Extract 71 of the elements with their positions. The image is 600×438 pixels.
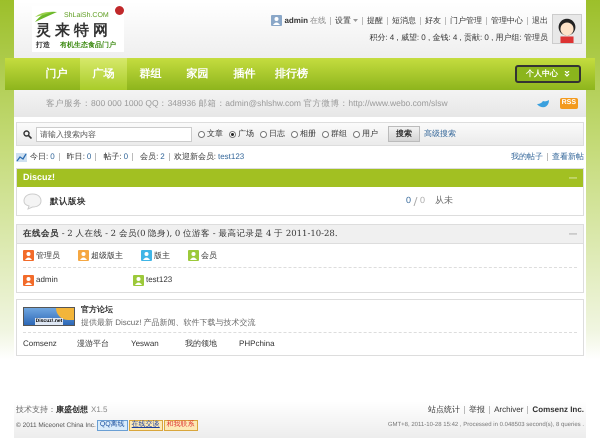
contact-info: 客户服务：800 000 1000 QQ：348936 邮箱：admin@shlshw.com 官方微博：http://www.webo.com/slsw xyxy=(46,97,448,110)
scope-radio[interactable]: 广场 xyxy=(229,128,254,140)
support-label: 技术支持： xyxy=(16,404,56,416)
scope-radio[interactable]: 日志 xyxy=(260,128,285,140)
friend-link[interactable]: Comsenz xyxy=(23,338,77,350)
stat-label: 今日: xyxy=(30,151,48,163)
user-menu-link[interactable]: 退出 xyxy=(532,14,548,26)
support-link[interactable]: 康盛创想 xyxy=(56,404,88,416)
version: X1.5 xyxy=(91,404,108,416)
thread-link[interactable]: 查看新帖 xyxy=(552,151,584,163)
friend-link[interactable]: PHPchina xyxy=(239,338,293,350)
legend-label: 管理员 xyxy=(36,250,60,262)
legend-label: 版主 xyxy=(154,250,170,262)
stat-label: 帖子: xyxy=(103,151,122,163)
search-button[interactable]: 搜索 xyxy=(388,126,420,142)
online-status: 在线 xyxy=(310,14,326,26)
stat-value: 0 xyxy=(86,151,92,163)
online-user-link[interactable]: test123 xyxy=(146,274,172,286)
user-menu-link[interactable]: 好友 xyxy=(425,14,441,26)
legend-label: 超级版主 xyxy=(91,250,123,262)
user-icon xyxy=(271,15,282,26)
friend-link[interactable]: Yeswan xyxy=(131,338,185,350)
search-icon xyxy=(23,130,32,138)
search-field[interactable]: 请输入搜索内容 xyxy=(36,126,192,142)
chart-icon xyxy=(16,152,27,162)
company-link[interactable]: Comsenz Inc. xyxy=(532,404,584,416)
forum-title[interactable]: 官方论坛 xyxy=(81,304,256,316)
legend-label: 会员 xyxy=(201,250,217,262)
stat-value: 0 xyxy=(124,151,128,163)
collapse-button[interactable]: — xyxy=(569,228,577,240)
scope-radio[interactable]: 相册 xyxy=(291,128,316,140)
double-chevron-icon xyxy=(564,71,570,77)
friend-link[interactable]: 我的领地 xyxy=(185,338,239,350)
footer-link[interactable]: Archiver xyxy=(494,404,524,416)
welcome-label: 欢迎新会员: xyxy=(174,151,216,163)
category-title: Discuz! xyxy=(23,171,56,184)
online-user-link[interactable]: admin xyxy=(36,274,58,286)
avatar[interactable] xyxy=(552,14,582,44)
advanced-search-link[interactable]: 高级搜索 xyxy=(424,128,456,140)
new-member-link[interactable]: test123 xyxy=(218,151,244,163)
stat-label: 昨日: xyxy=(66,151,85,163)
forum-description: 提供最新 Discuz! 产品新闻、软件下载与技术交流 xyxy=(81,316,256,328)
last-post: 从未 xyxy=(435,194,454,208)
user-menu-link[interactable]: 门户管理 xyxy=(450,14,482,26)
slash-separator-icon xyxy=(413,196,418,206)
seal-icon xyxy=(115,6,124,15)
stat-value: 0 xyxy=(50,151,55,163)
stat-value: 2 xyxy=(160,151,165,163)
speech-bubble-icon xyxy=(23,192,42,210)
logo-name: 灵来特网 xyxy=(36,22,112,38)
post-count: 0 xyxy=(420,194,426,208)
user-menu-link[interactable]: 短消息 xyxy=(392,14,416,26)
caret-icon xyxy=(353,19,358,22)
user-menu-link[interactable]: 提醒 xyxy=(367,14,383,26)
online-title: 在线会员 xyxy=(23,228,59,240)
user-menu-link[interactable]: 设置 xyxy=(335,14,358,26)
thread-count: 0 xyxy=(406,194,412,208)
online-summary: - 2 人在线 - 2 会员(0 隐身), 0 位游客 - 最高记录是 4 于 2011-10-28. xyxy=(60,228,338,240)
footer-link[interactable]: 站点统计 xyxy=(428,404,460,416)
username-link[interactable]: admin xyxy=(284,14,308,26)
user-stats: 积分: 4 , 威望: 0 , 金钱: 4 , 贡献: 0 , 用户组: 管理员 xyxy=(369,32,548,44)
scope-radio[interactable]: 用户 xyxy=(353,128,378,140)
friend-link[interactable]: 漫游平台 xyxy=(77,338,131,350)
forum-name[interactable]: 默认版块 xyxy=(50,194,406,208)
scope-radio[interactable]: 文章 xyxy=(198,128,223,140)
scope-radio[interactable]: 群组 xyxy=(322,128,347,140)
user-menu-link[interactable]: 管理中心 xyxy=(491,14,523,26)
thread-link[interactable]: 我的帖子 xyxy=(511,151,543,163)
leaf-icon xyxy=(34,10,58,24)
footer-link[interactable]: 举报 xyxy=(469,404,486,416)
stat-label: 会员: xyxy=(140,151,158,163)
